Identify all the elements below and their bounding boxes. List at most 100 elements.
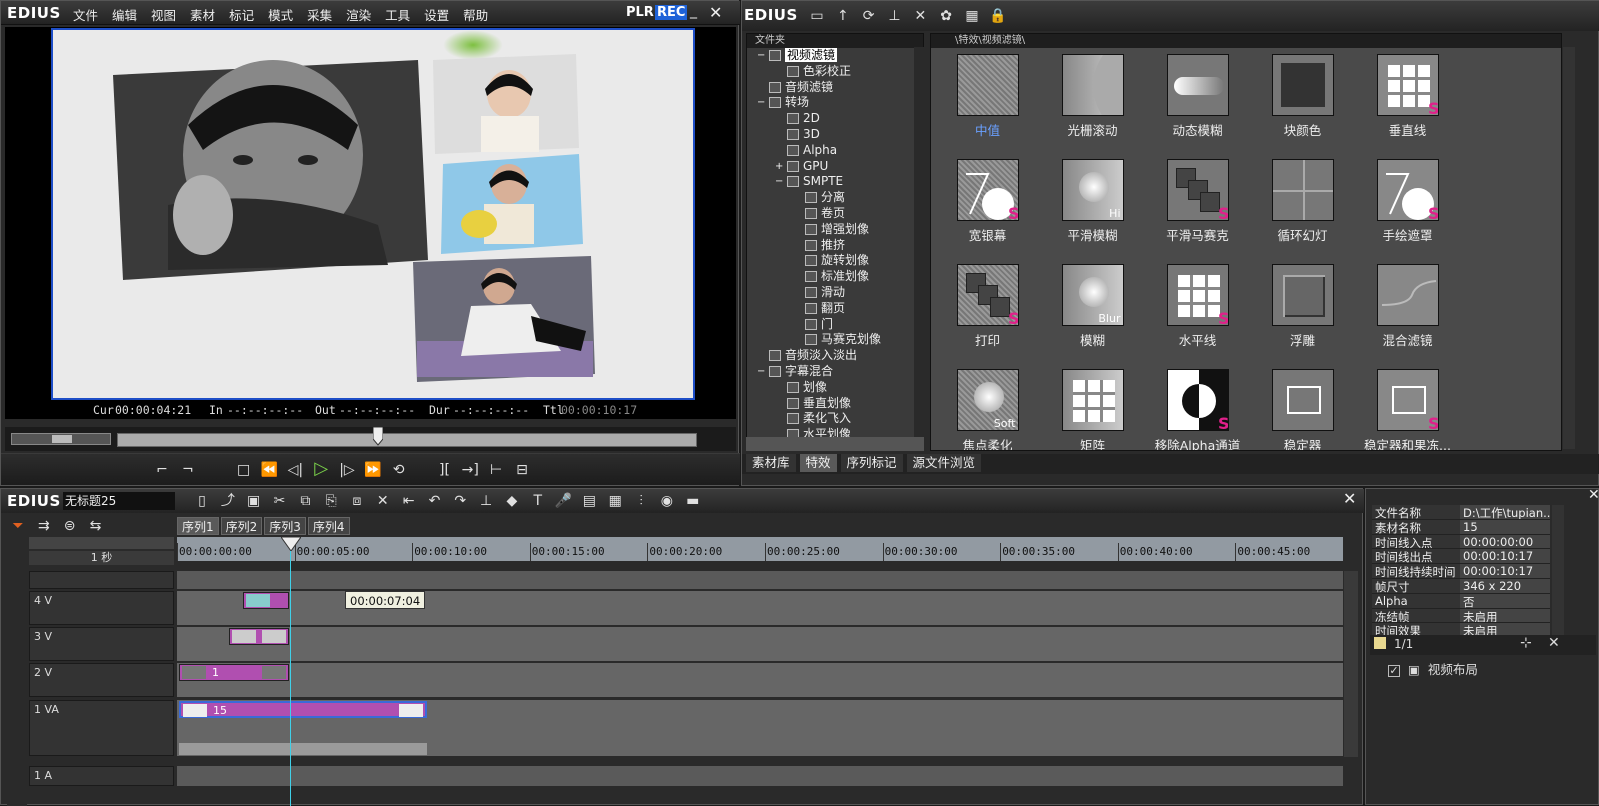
apply-icon[interactable]: ⊥	[883, 5, 905, 27]
checkbox-icon[interactable]: ✓	[1388, 665, 1400, 677]
effect-item[interactable]: S 平滑马赛克	[1145, 155, 1250, 259]
menu-file[interactable]: 文件	[73, 8, 98, 23]
track-header-1va[interactable]: 1 VA	[29, 700, 174, 756]
menu-edit[interactable]: 编辑	[112, 8, 137, 23]
tree-scrollbar[interactable]	[914, 47, 924, 449]
loop-icon[interactable]: ⟲	[388, 459, 410, 481]
collapse-icon[interactable]: −	[757, 48, 765, 64]
tree-item[interactable]: 标准划像	[747, 269, 923, 285]
menu-tools[interactable]: 工具	[385, 8, 410, 23]
effect-item[interactable]: 浮雕	[1250, 260, 1355, 364]
properties-icon[interactable]: ✿	[935, 5, 957, 27]
pin-icon[interactable]: ⊹	[1520, 635, 1532, 651]
info-close-icon[interactable]: ✕	[1588, 487, 1599, 503]
cut-icon[interactable]: ✂	[268, 490, 290, 512]
marker-icon[interactable]: ◆	[501, 490, 523, 512]
tree-item[interactable]: 旋转划像	[747, 253, 923, 269]
clip-1va[interactable]: 15	[179, 701, 427, 718]
folder-icon[interactable]: ▭	[806, 5, 828, 27]
tab-sequence-1[interactable]: 序列1	[177, 517, 219, 535]
mode-icon[interactable]: ⊜	[59, 515, 81, 537]
menu-capture[interactable]: 采集	[307, 8, 332, 23]
paste-icon[interactable]: ⎘	[320, 490, 342, 512]
effect-item[interactable]: S 打印	[935, 260, 1040, 364]
set-in-icon[interactable]: ⌐	[151, 459, 173, 481]
collapse-icon[interactable]: −	[757, 95, 765, 111]
multicam-icon[interactable]: ▦	[604, 490, 626, 512]
render-icon[interactable]: ▤	[578, 490, 600, 512]
insert-icon[interactable]: ][	[433, 459, 455, 481]
sync-icon[interactable]: ⟳	[858, 5, 880, 27]
effect-item[interactable]: 矩阵	[1040, 365, 1145, 450]
menu-help[interactable]: 帮助	[463, 8, 488, 23]
copy-icon[interactable]: ⧉	[294, 490, 316, 512]
tree-item[interactable]: 垂直划像	[747, 396, 923, 412]
effect-item[interactable]: Blur 模糊	[1040, 260, 1145, 364]
position-marker-icon[interactable]	[372, 426, 384, 447]
tab-sequence-markers[interactable]: 序列标记	[840, 454, 903, 472]
tab-sequence-2[interactable]: 序列2	[220, 517, 263, 535]
fast-forward-icon[interactable]: ⏩	[362, 459, 384, 481]
plr-label[interactable]: PLR	[626, 5, 654, 20]
effect-item[interactable]: 块颜色	[1250, 50, 1355, 154]
tree-item[interactable]: 分离	[747, 190, 923, 206]
menu-clip[interactable]: 素材	[190, 8, 215, 23]
tree-item[interactable]: 音频滤镜	[747, 80, 923, 96]
new-icon[interactable]: ▯	[191, 490, 213, 512]
effect-item[interactable]: 动态模糊	[1145, 50, 1250, 154]
tree-item[interactable]: 2D	[747, 111, 923, 127]
menu-mode[interactable]: 模式	[268, 8, 293, 23]
close-icon[interactable]: ✕	[709, 3, 722, 22]
play-icon[interactable]: ▷	[310, 458, 332, 480]
lock-icon[interactable]: 🔒	[987, 5, 1009, 27]
effect-item[interactable]: S 垂直线	[1355, 50, 1460, 154]
audio-clip-1va[interactable]	[179, 743, 427, 755]
tree-item[interactable]: 增强划像	[747, 222, 923, 238]
tree-item[interactable]: 划像	[747, 380, 923, 396]
link-icon[interactable]: ⧈	[346, 490, 368, 512]
title-icon[interactable]: T	[527, 490, 549, 512]
effect-item[interactable]: 循环幻灯	[1250, 155, 1355, 259]
effect-item[interactable]: Soft 焦点柔化	[935, 365, 1040, 450]
clip-3v[interactable]	[229, 628, 289, 645]
step-forward-icon[interactable]: |▷	[336, 459, 358, 481]
effect-item[interactable]: S 手绘遮罩	[1355, 155, 1460, 259]
split-icon[interactable]: ⊥	[475, 490, 497, 512]
tree-item[interactable]: 马赛克划像	[747, 332, 923, 348]
tree-item[interactable]: 柔化飞入	[747, 411, 923, 427]
tree-item[interactable]: 门	[747, 317, 923, 333]
ripple-icon[interactable]: ⇤	[398, 490, 420, 512]
effect-item[interactable]: S 水平线	[1145, 260, 1250, 364]
tree-item[interactable]: 卷页	[747, 206, 923, 222]
effect-item[interactable]: S 宽银幕	[935, 155, 1040, 259]
tab-source-browser[interactable]: 源文件浏览	[906, 454, 982, 472]
track-header-4v[interactable]: 4 V	[29, 591, 174, 625]
menu-view[interactable]: 视图	[151, 8, 176, 23]
output-icon[interactable]: ⊟	[511, 459, 533, 481]
microphone-icon[interactable]: 🎤	[553, 490, 575, 512]
tree-item[interactable]: 3D	[747, 127, 923, 143]
overwrite-icon[interactable]: →]	[459, 459, 481, 481]
timeline-close-icon[interactable]: ✕	[1343, 489, 1356, 508]
menu-settings[interactable]: 设置	[424, 8, 449, 23]
effect-item[interactable]: 稳定器	[1250, 365, 1355, 450]
tab-effects[interactable]: 特效	[799, 454, 837, 472]
tree-item[interactable]: − 转场	[747, 95, 923, 111]
expand-icon[interactable]: +	[775, 159, 783, 175]
menu-marker[interactable]: 标记	[229, 8, 254, 23]
track-lane-top[interactable]	[177, 571, 1343, 589]
preview-monitor[interactable]	[5, 27, 736, 417]
tree-item[interactable]: 推挤	[747, 238, 923, 254]
track-patch-icon[interactable]: ⏷	[7, 515, 29, 537]
effect-item[interactable]: Hi 平滑模糊	[1040, 155, 1145, 259]
timeline-vscrollbar[interactable]	[1344, 571, 1358, 757]
collapse-icon[interactable]: −	[757, 364, 765, 380]
tab-sequence-3[interactable]: 序列3	[264, 517, 306, 535]
stop-icon[interactable]: □	[233, 459, 255, 481]
track-header-top[interactable]	[29, 571, 174, 589]
effect-item[interactable]: 中值	[935, 50, 1040, 154]
tree-item[interactable]: − 字幕混合	[747, 364, 923, 380]
set-out-icon[interactable]: ¬	[177, 459, 199, 481]
view-mode-icon[interactable]: ▦	[961, 5, 983, 27]
tab-sequence-4[interactable]: 序列4	[307, 517, 350, 535]
